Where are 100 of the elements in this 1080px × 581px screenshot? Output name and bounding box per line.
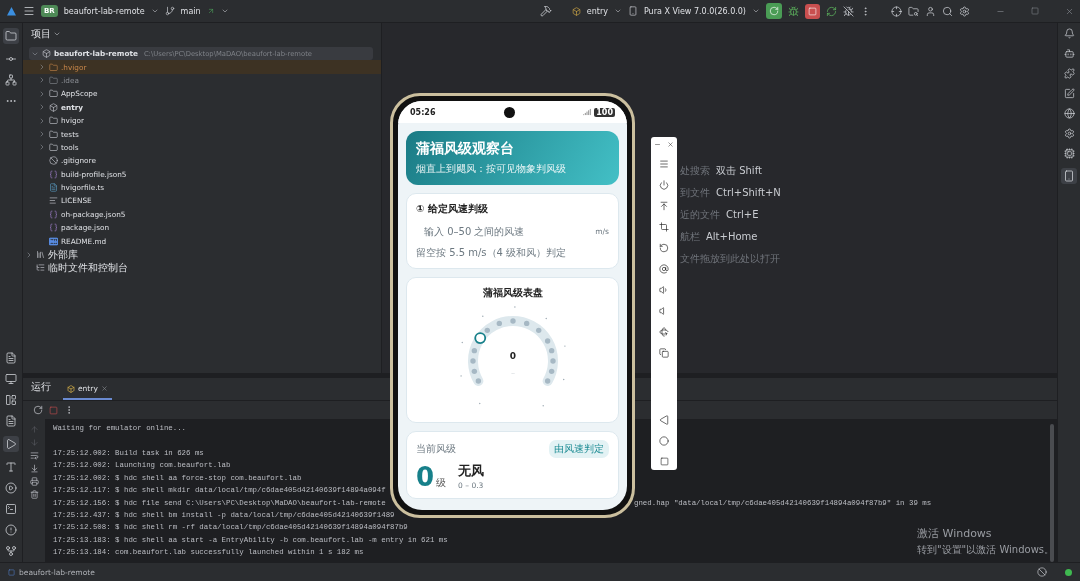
home-icon[interactable] [659,436,669,446]
reload-icon[interactable] [826,5,837,17]
layout-icon[interactable] [5,394,17,406]
crop-icon[interactable] [659,222,669,232]
edit-icon[interactable] [1063,88,1075,99]
device-name[interactable]: Pura X View 7.0.0(26.0.0) [643,6,746,16]
chevron-down-icon[interactable] [613,7,622,15]
power-icon[interactable] [659,180,669,190]
text-tool-icon[interactable] [5,461,17,473]
branch-name[interactable]: main [180,6,201,16]
module-folder-icon [42,49,51,59]
close-icon[interactable] [667,141,674,148]
back-icon[interactable] [659,415,669,425]
monitor-icon[interactable] [5,373,17,385]
run-icon[interactable] [3,436,19,452]
folder-icon [49,62,58,72]
chip-icon[interactable] [1063,148,1075,159]
print-icon[interactable] [29,477,39,486]
run-button[interactable] [766,3,782,19]
problems-icon[interactable] [5,524,17,536]
level-number: 0 [416,464,435,490]
git-icon[interactable] [5,545,17,557]
phone-icon[interactable] [1061,168,1077,184]
project-name[interactable]: beaufort-lab-remote [63,6,145,16]
phone-icon[interactable] [627,6,638,16]
status-indicator [1065,568,1072,576]
level-unit: 级 [436,476,447,490]
trash-icon[interactable] [29,490,39,499]
tree-item[interactable]: 临时文件和控制台 [23,261,381,275]
phone-time: 05:26 [410,107,436,117]
upload-icon[interactable] [659,201,669,211]
chevron-right-icon[interactable] [25,250,33,259]
debug-icon[interactable] [788,5,799,17]
module-folder-icon [49,102,58,112]
camera-icon [503,106,515,118]
folder-search-icon[interactable] [908,5,919,17]
tree-item[interactable]: 外部库 [23,247,381,262]
copy-icon[interactable] [659,348,669,358]
globe-icon[interactable] [1063,108,1075,119]
stop-button[interactable] [805,3,820,19]
menu-icon[interactable] [23,5,35,17]
volume-up-icon[interactable] [659,285,669,295]
bot-icon[interactable] [1063,48,1075,59]
signal-icon [583,108,592,116]
settings-icon[interactable] [959,5,970,17]
close-icon[interactable] [1065,6,1074,16]
search-icon[interactable] [942,5,953,17]
user-icon[interactable] [925,5,936,17]
terminal-icon[interactable] [5,503,17,515]
hint-shortcut: Ctrl+Shift+N [716,187,781,198]
services-icon[interactable] [5,482,17,494]
close-icon[interactable] [100,385,108,392]
module-icon [67,384,75,393]
hint-shortcut: Ctrl+E [726,209,759,220]
library-icon [36,250,45,260]
gear-icon[interactable] [1063,128,1075,139]
file-icon[interactable] [5,352,17,364]
hammer-icon[interactable] [539,5,552,17]
folder-icon [49,75,58,85]
hint-label: 近的文件 [680,207,720,222]
module-icon[interactable] [571,6,581,16]
scroll-end-icon[interactable] [29,464,39,473]
arrow-up-right-icon [206,7,215,15]
hint-shortcut: 双击 Shift [716,163,762,178]
logo-icon[interactable] [6,5,17,17]
bell-icon[interactable] [1063,28,1075,39]
target-icon[interactable] [891,5,902,17]
braces-icon [49,169,58,179]
panel-title[interactable]: 项目 [31,27,51,41]
chevron-down-icon[interactable] [752,7,760,15]
hint-shortcut: Alt+Home [706,231,758,242]
speed-input[interactable]: 输入 0–50 之间的风速 [416,225,596,237]
ignore-icon [49,156,58,166]
card-title: ① 给定风速判级 [416,202,488,216]
log-icon[interactable] [5,415,17,427]
wrap-icon[interactable] [29,451,39,460]
battery-level: 100 [594,107,615,117]
chevron-down-icon[interactable] [53,30,61,38]
folder-icon [49,89,58,99]
rotate-icon[interactable] [659,243,669,253]
hint-label: 文件拖放到此处以打开 [680,251,780,266]
level-name: 无风 [458,462,485,480]
chevron-down-icon[interactable] [220,7,229,15]
braces-icon [49,209,58,219]
folder-icon [49,116,58,126]
scrollbar[interactable] [1050,424,1054,562]
minimize-icon[interactable] [654,141,661,148]
structure-icon[interactable] [5,74,17,86]
chevron-down-icon[interactable] [150,7,159,15]
branch-icon[interactable] [164,6,175,16]
hint-label: 到文件 [680,185,710,200]
at-sign-icon[interactable] [659,264,669,274]
app-subtitle: 烟直上到飓风：按可见物象判风级 [416,162,567,176]
puzzle-icon[interactable] [1063,68,1075,79]
rerun-icon[interactable] [33,405,43,415]
app-title: 蒲福风级观察台 [416,140,515,158]
source-tag: 由风速判定 [549,440,609,458]
recents-icon[interactable] [659,457,669,466]
run-config[interactable]: entry [586,6,608,16]
rotate-3d-icon[interactable] [659,327,669,337]
